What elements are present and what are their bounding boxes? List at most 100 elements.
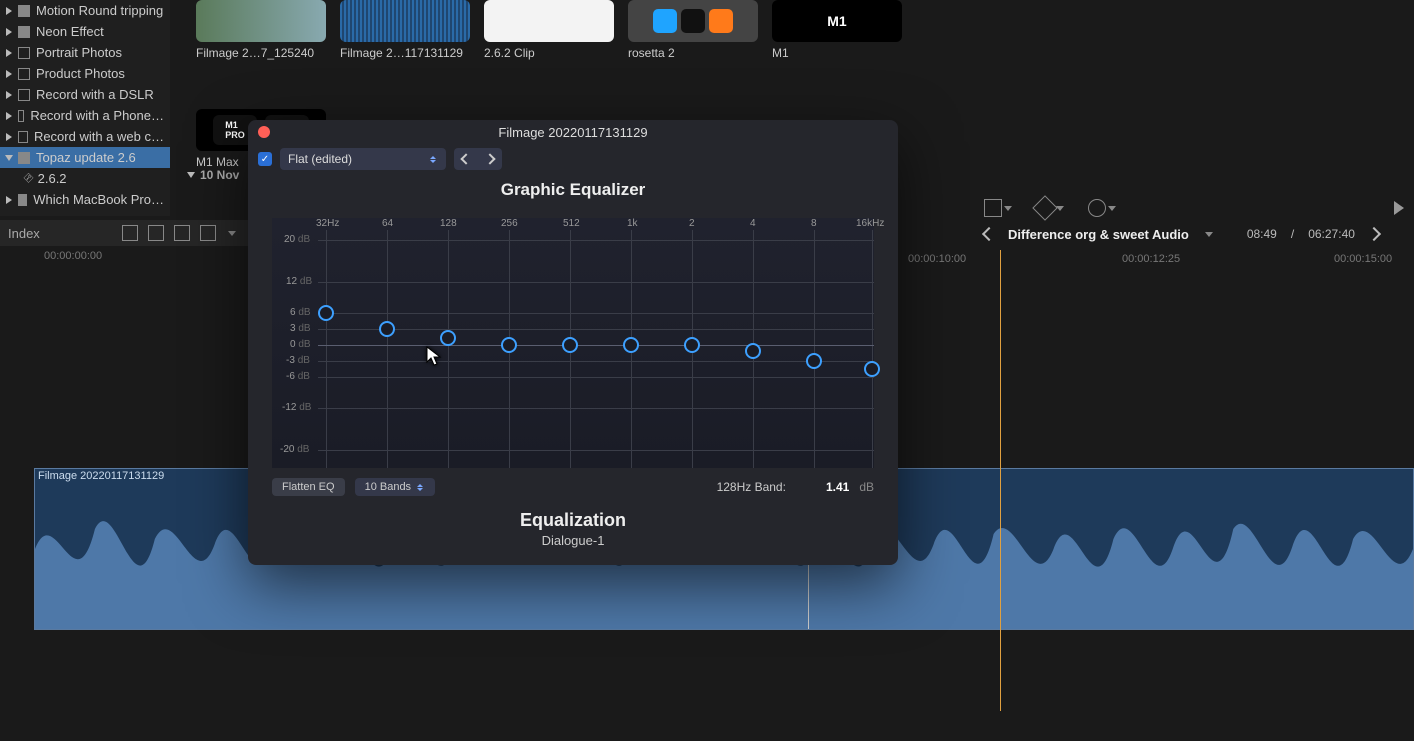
- thumb-label: Filmage 2…117131129: [340, 46, 470, 60]
- star-icon[interactable]: [18, 47, 30, 59]
- eq-titlebar[interactable]: Filmage 20220117131129: [248, 120, 898, 144]
- star-icon[interactable]: [18, 89, 30, 101]
- eq-band-8khz[interactable]: [806, 353, 822, 369]
- crop-tool-icon[interactable]: [984, 199, 1002, 217]
- index-button[interactable]: Index: [8, 226, 40, 241]
- clip-thumb[interactable]: 2.6.2 Clip: [484, 0, 614, 71]
- sidebar-item-dslr[interactable]: Record with a DSLR: [0, 84, 170, 105]
- band-readout-value[interactable]: 1.41: [826, 480, 849, 494]
- x-tick: 8: [811, 218, 817, 229]
- x-tick: 2: [689, 218, 695, 229]
- chevron-down-icon[interactable]: [228, 231, 236, 236]
- layout-icon[interactable]: [122, 225, 138, 241]
- project-title[interactable]: Difference org & sweet Audio: [1008, 227, 1189, 242]
- date-header[interactable]: 10 Nov: [188, 168, 239, 182]
- eq-enable-checkbox[interactable]: ✓: [258, 152, 272, 166]
- star-icon[interactable]: [18, 110, 24, 122]
- layout-icon[interactable]: [200, 225, 216, 241]
- band-readout-unit: dB: [859, 480, 874, 494]
- playhead[interactable]: [1000, 250, 1001, 711]
- eq-band-256hz[interactable]: [501, 337, 517, 353]
- disclosure-icon[interactable]: [6, 70, 12, 78]
- disclosure-icon[interactable]: [6, 28, 12, 36]
- eq-band-1khz[interactable]: [623, 337, 639, 353]
- disclosure-icon[interactable]: [5, 155, 13, 161]
- disclosure-icon[interactable]: [6, 7, 12, 15]
- x-tick: 16kHz: [856, 218, 884, 229]
- sidebar-item-neon[interactable]: Neon Effect: [0, 21, 170, 42]
- star-icon[interactable]: [18, 68, 30, 80]
- sidebar-item-phone[interactable]: Record with a Phone…: [0, 105, 170, 126]
- disclosure-icon[interactable]: [6, 91, 12, 99]
- clip-thumb[interactable]: rosetta 2: [628, 0, 758, 71]
- chevron-down-icon[interactable]: [1004, 206, 1012, 211]
- sidebar-item-label: Neon Effect: [36, 24, 104, 39]
- star-icon[interactable]: [18, 152, 30, 164]
- flatten-eq-button[interactable]: Flatten EQ: [272, 478, 345, 496]
- sidebar-item-motion[interactable]: Motion Round tripping: [0, 0, 170, 21]
- thumb-image: [484, 0, 614, 42]
- star-icon[interactable]: [18, 26, 30, 38]
- retime-tool-icon[interactable]: [1088, 199, 1106, 217]
- sidebar-item-label: Topaz update 2.6: [36, 150, 136, 165]
- y-tick: 3: [290, 323, 296, 334]
- sidebar-item-label: Motion Round tripping: [36, 3, 163, 18]
- chevron-down-icon[interactable]: [1108, 206, 1116, 211]
- x-tick: 512: [563, 218, 580, 229]
- disclosure-icon[interactable]: [187, 172, 195, 178]
- disclosure-icon[interactable]: [6, 196, 12, 204]
- select-arrows-icon: [417, 484, 425, 491]
- eq-band-64hz[interactable]: [379, 321, 395, 337]
- eq-band-32hz[interactable]: [318, 305, 334, 321]
- clip-thumb[interactable]: Filmage 2…117131129: [340, 0, 470, 71]
- select-arrows-icon: [430, 156, 438, 163]
- layout-icon[interactable]: [174, 225, 190, 241]
- x-tick: 64: [382, 218, 393, 229]
- eq-band-512hz[interactable]: [562, 337, 578, 353]
- chevron-left-icon: [460, 153, 471, 164]
- sidebar-item-portrait[interactable]: Portrait Photos: [0, 42, 170, 63]
- ruler-mark: 00:00:10:00: [908, 253, 966, 265]
- eq-band-4khz[interactable]: [745, 343, 761, 359]
- star-icon[interactable]: [18, 131, 28, 143]
- clip-thumb[interactable]: Filmage 2…7_125240: [196, 0, 326, 71]
- chevron-right-icon: [484, 153, 495, 164]
- inspector-subtitle: Dialogue-1: [248, 533, 898, 548]
- timeline-title-bar: Difference org & sweet Audio 08:49 / 06:…: [974, 222, 1414, 246]
- eq-footer: Equalization Dialogue-1: [248, 510, 898, 548]
- thumb-label: M1: [772, 46, 902, 60]
- star-icon[interactable]: [18, 194, 27, 206]
- sidebar-item-label: Record with a web c…: [34, 129, 164, 144]
- y-tick: -20: [280, 444, 294, 455]
- preset-prev-button[interactable]: [454, 148, 478, 170]
- chevron-down-icon[interactable]: [1205, 232, 1213, 237]
- timeline-index-bar: Index: [0, 220, 262, 246]
- preset-next-button[interactable]: [478, 148, 502, 170]
- date-header-label: 10 Nov: [200, 168, 239, 182]
- sidebar-item-topaz[interactable]: Topaz update 2.6: [0, 147, 170, 168]
- forward-icon[interactable]: [1367, 227, 1381, 241]
- eq-band-2khz[interactable]: [684, 337, 700, 353]
- disclosure-icon[interactable]: [6, 112, 12, 120]
- layout-icon[interactable]: [148, 225, 164, 241]
- back-icon[interactable]: [982, 227, 996, 241]
- wand-tool-icon[interactable]: [1032, 195, 1057, 220]
- eq-band-16khz[interactable]: [864, 361, 880, 377]
- sidebar-item-262[interactable]: ⚿2.6.2: [0, 168, 170, 189]
- x-tick: 4: [750, 218, 756, 229]
- disclosure-icon[interactable]: [6, 49, 12, 57]
- sidebar-item-macbook[interactable]: Which MacBook Pro…: [0, 189, 170, 210]
- close-icon[interactable]: [258, 126, 270, 138]
- disclosure-icon[interactable]: [6, 133, 12, 141]
- sidebar-item-webcam[interactable]: Record with a web c…: [0, 126, 170, 147]
- bands-select[interactable]: 10 Bands: [355, 478, 435, 496]
- eq-graph[interactable]: 32Hz 64 128 256 512 1k 2 4 8 16kHz 20 dB…: [272, 218, 874, 468]
- eq-preset-select[interactable]: Flat (edited): [280, 148, 446, 170]
- sidebar-item-product[interactable]: Product Photos: [0, 63, 170, 84]
- sidebar-item-label: Record with a Phone…: [30, 108, 164, 123]
- clip-thumb[interactable]: M1 M1: [772, 0, 902, 71]
- star-icon[interactable]: [18, 5, 30, 17]
- eq-band-128hz[interactable]: [440, 330, 456, 346]
- play-icon[interactable]: [1394, 201, 1404, 215]
- y-tick: -6: [286, 371, 295, 382]
